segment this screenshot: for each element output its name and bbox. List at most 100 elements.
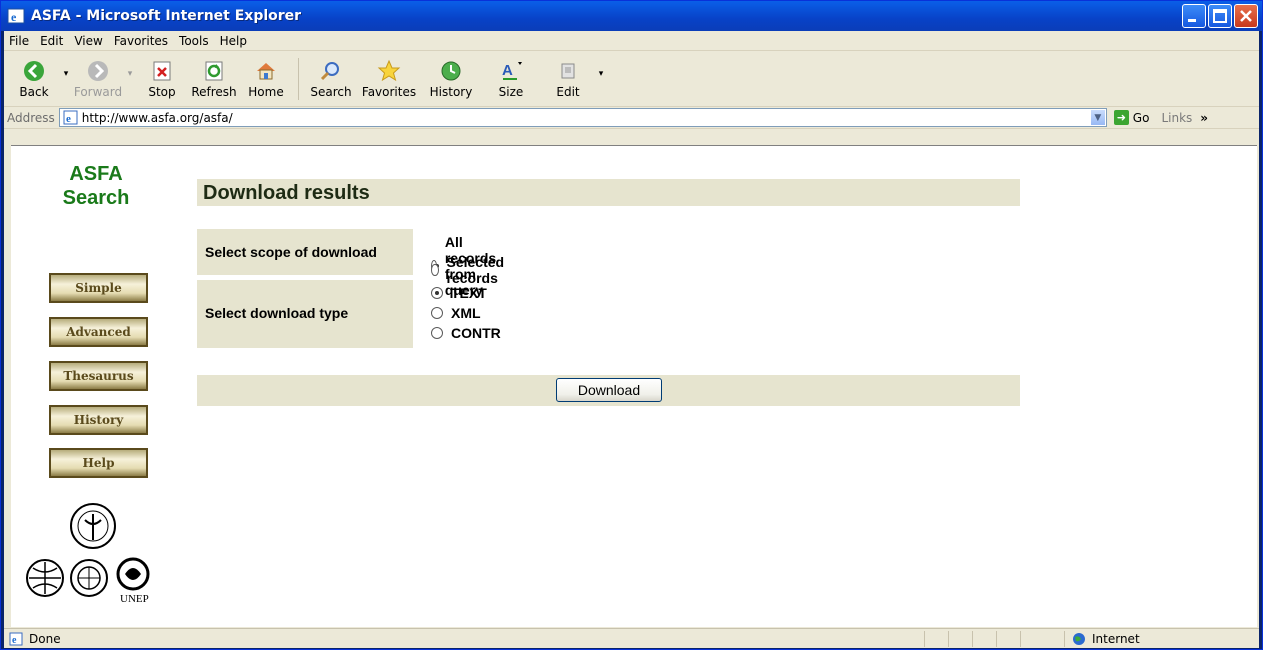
status-divider xyxy=(1064,631,1065,647)
edit-dropdown-icon[interactable]: ▾ xyxy=(595,68,607,79)
refresh-button[interactable]: Refresh xyxy=(188,59,240,99)
unep-logo-text: UNEP xyxy=(120,593,149,605)
scope-option-selected-label: Selected records xyxy=(446,254,505,286)
links-label[interactable]: Links xyxy=(1161,111,1192,125)
page-content: ASFA Search Simple Advanced Thesaurus Hi… xyxy=(11,145,1257,627)
go-button[interactable]: ➜ Go xyxy=(1113,110,1150,125)
security-zone: Internet xyxy=(1072,632,1140,646)
stop-button[interactable]: Stop xyxy=(136,59,188,99)
back-dropdown-icon[interactable]: ▾ xyxy=(60,68,72,79)
edit-label: Edit xyxy=(556,84,580,99)
close-button[interactable] xyxy=(1234,4,1258,28)
home-label: Home xyxy=(248,84,284,99)
svg-text:e: e xyxy=(12,635,17,646)
history-icon xyxy=(441,61,461,80)
address-dropdown-icon[interactable]: ▼ xyxy=(1089,109,1106,126)
ie-logo-icon: e xyxy=(7,8,25,24)
forward-dropdown-icon[interactable]: ▾ xyxy=(124,68,136,79)
page-status-icon: e xyxy=(9,632,23,646)
unep-logo-icon: UNEP xyxy=(116,557,150,605)
forward-label: Forward xyxy=(73,84,123,99)
svg-text:A: A xyxy=(502,62,513,79)
brand-line-1: ASFA xyxy=(69,163,123,185)
radio-xml[interactable] xyxy=(431,307,443,319)
sidebar-button-thesaurus[interactable]: Thesaurus xyxy=(49,361,148,391)
back-label: Back xyxy=(19,84,49,99)
status-divider xyxy=(924,631,925,647)
title-bar: e ASFA - Microsoft Internet Explorer xyxy=(1,1,1262,31)
menu-view[interactable]: View xyxy=(69,34,108,48)
page-title-bar: Download results xyxy=(197,179,1020,206)
text-size-icon: A xyxy=(502,61,522,80)
type-option-contr-label: CONTR xyxy=(451,325,501,341)
status-bar: e Done Internet xyxy=(4,628,1259,648)
download-bar: Download xyxy=(197,375,1020,406)
back-arrow-icon xyxy=(24,60,44,81)
zone-label: Internet xyxy=(1092,631,1140,646)
sidebar-button-simple[interactable]: Simple xyxy=(49,273,148,303)
menu-favorites[interactable]: Favorites xyxy=(109,34,174,48)
internet-globe-icon xyxy=(1073,632,1085,645)
edit-button[interactable]: Edit xyxy=(541,59,595,99)
favorites-button[interactable]: Favorites xyxy=(357,59,421,99)
status-divider xyxy=(996,631,997,647)
address-label: Address xyxy=(7,110,55,125)
type-label: Select download type xyxy=(205,305,349,321)
home-icon xyxy=(257,62,275,79)
edit-page-icon xyxy=(561,63,575,78)
chevron-more-icon[interactable]: » xyxy=(1200,111,1208,125)
scope-label-cell: Select scope of download xyxy=(197,229,413,275)
radio-text[interactable] xyxy=(431,287,443,299)
history-button[interactable]: History xyxy=(421,59,481,99)
menu-help[interactable]: Help xyxy=(215,34,253,48)
size-button[interactable]: A Size xyxy=(481,59,541,99)
sidebar-button-help[interactable]: Help xyxy=(49,448,148,478)
status-text: Done xyxy=(29,631,61,646)
type-option-xml[interactable]: XML xyxy=(431,305,481,321)
address-url: http://www.asfa.org/asfa/ xyxy=(81,110,233,125)
type-option-contr[interactable]: CONTR xyxy=(431,325,501,341)
type-option-text-label: TEXT xyxy=(451,285,487,301)
type-option-xml-label: XML xyxy=(451,305,481,321)
address-input[interactable]: e http://www.asfa.org/asfa/ xyxy=(58,108,1107,127)
history-label: History xyxy=(429,84,473,99)
menu-edit[interactable]: Edit xyxy=(35,34,69,48)
minimize-button[interactable] xyxy=(1182,4,1206,28)
fao-logo-icon xyxy=(70,503,116,549)
back-button[interactable]: Back xyxy=(8,59,60,99)
sidebar-button-advanced[interactable]: Advanced xyxy=(49,317,148,347)
sidebar-brand: ASFA Search xyxy=(11,162,181,210)
scope-label: Select scope of download xyxy=(205,244,377,260)
sidebar-button-history[interactable]: History xyxy=(49,405,148,435)
window-title: ASFA - Microsoft Internet Explorer xyxy=(31,8,302,24)
go-arrow-icon: ➜ xyxy=(1113,110,1129,125)
un-logo-icon xyxy=(70,559,108,597)
partner-logos: UNEP xyxy=(26,503,150,605)
stop-icon xyxy=(153,61,171,80)
radio-contr[interactable] xyxy=(431,327,443,339)
menu-file[interactable]: File xyxy=(4,34,35,48)
radio-selected-records[interactable] xyxy=(431,264,439,276)
download-button[interactable]: Download xyxy=(556,378,662,402)
forward-arrow-icon xyxy=(88,60,108,81)
forward-button[interactable]: Forward xyxy=(72,59,124,99)
menu-tools[interactable]: Tools xyxy=(174,34,215,48)
type-option-text[interactable]: TEXT xyxy=(431,285,487,301)
favorites-star-icon xyxy=(377,59,401,81)
search-label: Search xyxy=(310,84,352,99)
brand-line-2: Search xyxy=(62,187,130,209)
standard-toolbar: Back ▾ Forward ▾ Stop Refresh Home Searc… xyxy=(4,51,1259,107)
browser-window: e ASFA - Microsoft Internet Explorer Fil… xyxy=(0,0,1263,650)
refresh-label: Refresh xyxy=(191,84,237,99)
minimize-icon xyxy=(1188,19,1196,22)
status-divider xyxy=(972,631,973,647)
maximize-button[interactable] xyxy=(1208,4,1232,28)
home-button[interactable]: Home xyxy=(240,59,292,99)
wmo-logo-icon xyxy=(26,559,64,597)
maximize-icon xyxy=(1213,9,1227,23)
go-label: Go xyxy=(1132,110,1150,125)
search-button[interactable]: Search xyxy=(305,59,357,99)
svg-text:e: e xyxy=(11,10,17,24)
scope-option-selected[interactable]: Selected records xyxy=(431,254,509,286)
status-divider xyxy=(1020,631,1021,647)
